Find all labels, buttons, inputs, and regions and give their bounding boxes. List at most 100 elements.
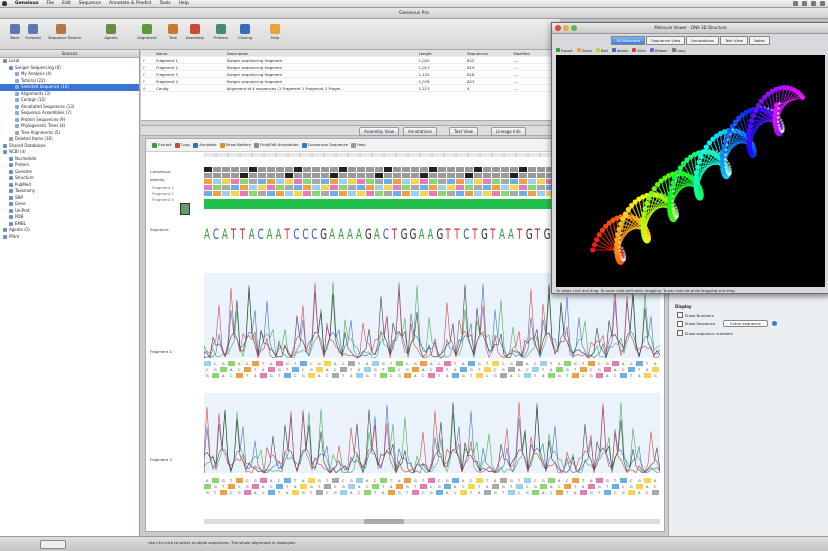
- toolbar-alignment-button[interactable]: Alignment: [134, 22, 160, 48]
- base-letter: A: [494, 479, 497, 483]
- tab-sequence-view[interactable]: Sequence View: [646, 35, 686, 45]
- viewer-tabs: 3D Structure Sequence View Annotations T…: [552, 34, 828, 46]
- base-block: [483, 179, 491, 184]
- folder-icon: [3, 150, 7, 155]
- viewer-export-button[interactable]: Export: [556, 47, 573, 53]
- copy-button[interactable]: Copy: [174, 142, 190, 148]
- annotation-block: [276, 484, 283, 489]
- menu-help[interactable]: Help: [179, 1, 189, 6]
- base-block: [258, 167, 266, 172]
- viewer-ball-button[interactable]: Ball: [596, 47, 608, 53]
- menu-app[interactable]: Geneious: [15, 1, 39, 6]
- viewer-ribbon-button[interactable]: Ribbon: [649, 47, 668, 53]
- tab-viewer-notes[interactable]: Notes: [748, 35, 770, 45]
- base-block: [429, 191, 437, 196]
- base-letter: A: [582, 485, 585, 489]
- zoom-window-icon[interactable]: [571, 25, 577, 31]
- table-row[interactable]: F Fragment 4 Sanger sequencing fragment 1,0…: [141, 77, 560, 85]
- table-row[interactable]: F Fragment 3 Sanger sequencing fragment 1,1…: [141, 70, 560, 78]
- base-block: [258, 179, 266, 184]
- base-block: [294, 191, 302, 196]
- extract-button[interactable]: Extract: [152, 142, 172, 148]
- dna-3d-render[interactable]: [556, 55, 825, 287]
- consensus-button[interactable]: Consensus Sequence: [301, 142, 348, 148]
- base-block: [249, 167, 257, 172]
- annotate-button[interactable]: Annotate: [193, 142, 217, 148]
- table-row[interactable]: F Fragment 2 Sanger sequencing fragment 1,0…: [141, 63, 560, 71]
- zoom-control[interactable]: [40, 540, 66, 549]
- base-letter: G: [494, 491, 497, 495]
- tab-text-view[interactable]: Text View: [449, 127, 478, 136]
- tab-annotations[interactable]: Annotations: [403, 127, 438, 136]
- toolbar-help-button[interactable]: Help: [262, 22, 288, 48]
- info-icon[interactable]: [771, 321, 777, 326]
- toolbar-assembly-button[interactable]: Assembly: [182, 22, 208, 48]
- help-button[interactable]: Help: [351, 142, 366, 148]
- annotation-block: [524, 478, 531, 483]
- annotation-block: [372, 484, 379, 489]
- clock-icon[interactable]: [811, 1, 816, 6]
- menu-file[interactable]: File: [47, 1, 55, 6]
- tab-viewer-annotations[interactable]: Annotations: [686, 35, 720, 45]
- base-block: [267, 173, 275, 178]
- atom-highlight: [672, 210, 675, 214]
- main-toolbar: Back Forward Sequence Search Agents Alignmen…: [0, 19, 560, 50]
- volume-icon[interactable]: [802, 1, 807, 6]
- backbone-atom: [642, 206, 648, 212]
- base-letter: C: [630, 479, 633, 483]
- toolbar-sequence-search-button[interactable]: Sequence Search: [48, 22, 81, 48]
- close-icon[interactable]: [555, 25, 561, 31]
- table-row[interactable]: A Contig Alignment of 4 sequences (1 Fragm…: [141, 84, 560, 92]
- folder-icon: [15, 111, 19, 116]
- show-sequence-option[interactable]: Show Sequence Entire sequence: [677, 320, 777, 327]
- menu-tools[interactable]: Tools: [159, 1, 170, 6]
- menu-edit[interactable]: Edit: [62, 1, 71, 6]
- annotation-block: [572, 478, 579, 483]
- base-block: [249, 191, 257, 196]
- folder-icon: [15, 78, 19, 83]
- thumbnail-icon[interactable]: [180, 203, 190, 215]
- base-block: [402, 167, 410, 172]
- menu-sequence[interactable]: Sequence: [79, 1, 101, 6]
- base-block: [447, 179, 455, 184]
- base-block: [384, 191, 392, 196]
- base-block: [510, 191, 518, 196]
- zoom-icon: [576, 47, 581, 52]
- atom-highlight: [728, 164, 731, 168]
- base-block: [510, 173, 518, 178]
- wifi-icon[interactable]: [793, 1, 798, 6]
- find-annotation-button[interactable]: Find/Edit Annotation: [254, 142, 299, 148]
- base-letter: T: [565, 374, 569, 378]
- show-numbers-checkbox[interactable]: [677, 312, 683, 318]
- sidebar-item[interactable]: Pfam: [0, 234, 139, 241]
- viewer-atoms-button[interactable]: Atoms: [611, 47, 628, 53]
- range-select[interactable]: Entire sequence: [723, 320, 768, 327]
- tab-3d-structure[interactable]: 3D Structure: [611, 35, 646, 45]
- show-numbers-option[interactable]: Show Numbers: [677, 312, 714, 318]
- base-block: [231, 191, 239, 196]
- show-sequence-checkbox[interactable]: [677, 320, 683, 327]
- show-battery-button[interactable]: Show Battery: [219, 142, 251, 148]
- table-cell: 822: [465, 56, 512, 64]
- menu-annotate[interactable]: Annotate & Predict: [109, 1, 151, 6]
- base-letter: C: [550, 491, 553, 495]
- table-row[interactable]: F Fragment 1 Sanger sequencing fragment 1,0…: [141, 56, 560, 64]
- base-block: [213, 179, 221, 184]
- toolbar-forward-button[interactable]: Forward: [20, 22, 46, 48]
- show-seq-numbers-checkbox[interactable]: [677, 330, 683, 336]
- tab-assembly-view[interactable]: Assembly View: [359, 127, 400, 136]
- toolbar-agents-button[interactable]: Agents: [98, 22, 124, 48]
- viewer-copy-button[interactable]: Copy: [671, 47, 686, 53]
- tab-lineage-info[interactable]: Lineage Info: [491, 127, 526, 136]
- toolbar-primers-button[interactable]: Primers: [208, 22, 234, 48]
- minimize-icon[interactable]: [563, 25, 569, 31]
- apple-menu-icon[interactable]: [2, 1, 7, 6]
- show-seq-numbers-option[interactable]: Show sequence numbers: [677, 330, 733, 336]
- base-letter: C: [518, 374, 521, 378]
- annotation-block: [540, 484, 547, 489]
- tab-viewer-text[interactable]: Text View: [720, 35, 748, 45]
- toolbar-cloning-button[interactable]: Cloning: [232, 22, 258, 48]
- viewer-zoom-button[interactable]: Zoom: [576, 47, 592, 53]
- spotlight-icon[interactable]: [820, 1, 825, 6]
- viewer-stick-button[interactable]: Stick: [632, 47, 646, 53]
